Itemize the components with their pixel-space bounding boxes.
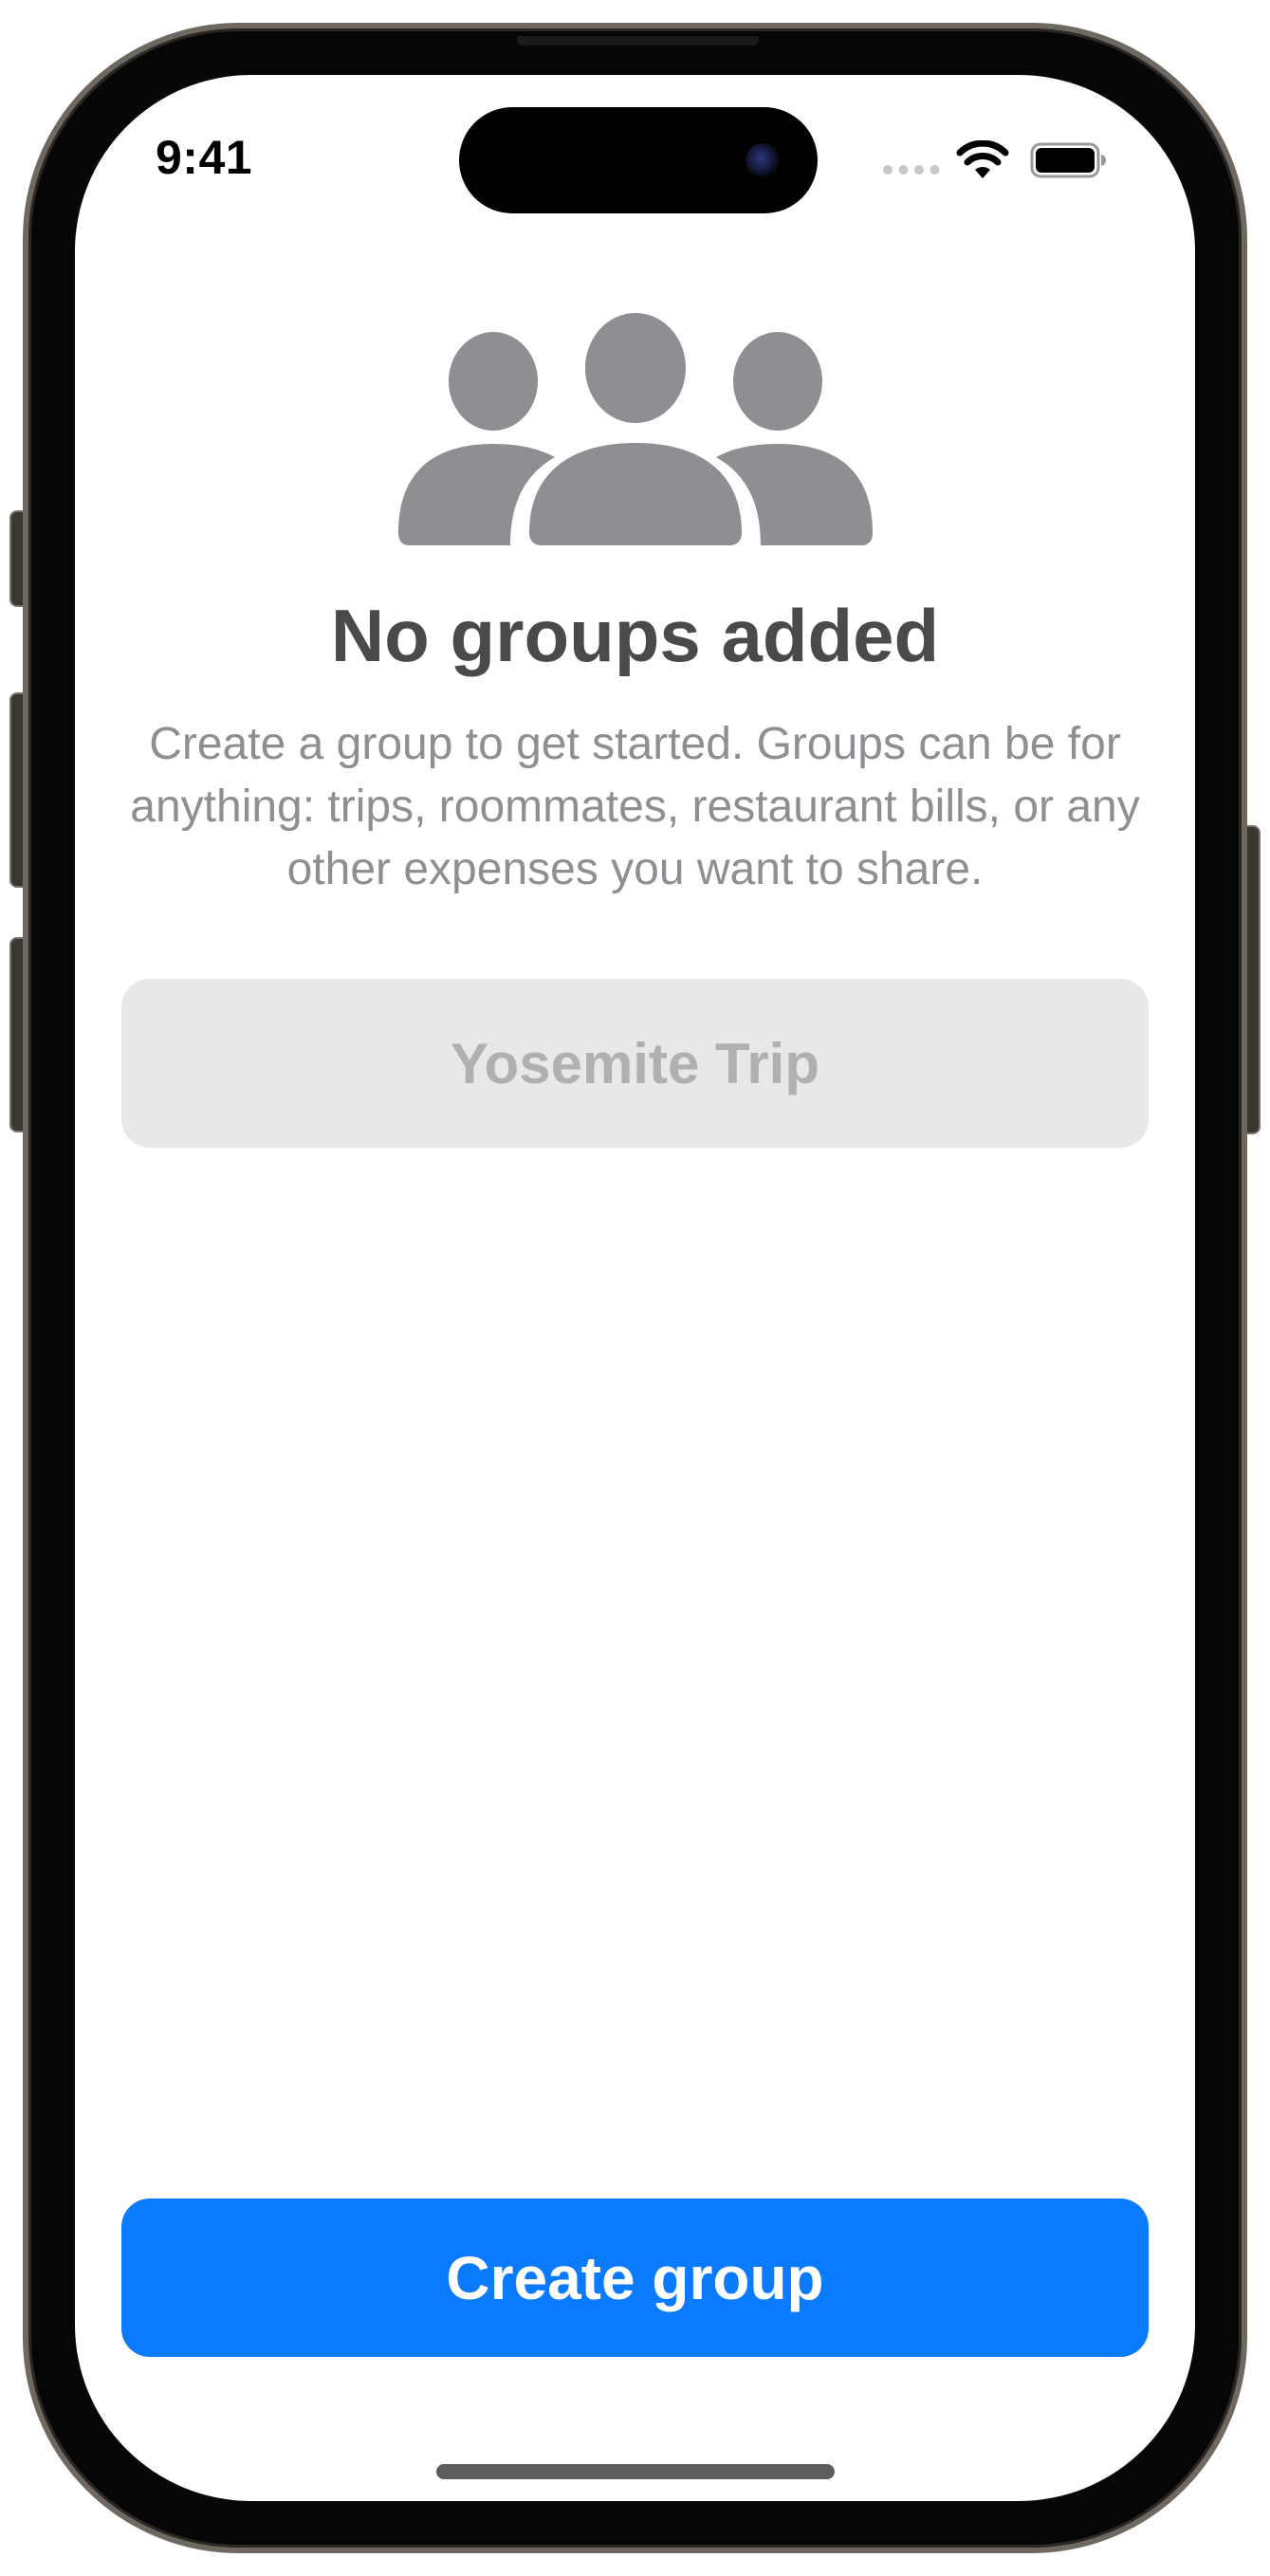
status-time: 9:41 [156,131,253,184]
empty-state-title: No groups added [330,594,940,677]
camera-icon [745,143,780,177]
group-suggestion-label: Yosemite Trip [450,1031,819,1095]
create-group-button[interactable]: Create group [121,2199,1149,2357]
cellular-signal-icon [883,165,940,175]
speaker-grille [517,36,759,46]
home-indicator[interactable] [436,2464,835,2479]
wifi-icon [956,140,1009,178]
power-button [1245,825,1261,1134]
battery-icon [1030,142,1106,178]
group-suggestion-button[interactable]: Yosemite Trip [121,979,1149,1148]
person-3-fill-icon [398,313,873,545]
dynamic-island [459,107,818,213]
create-group-label: Create group [446,2243,824,2312]
empty-state-description: Create a group to get started. Groups ca… [130,719,1140,894]
